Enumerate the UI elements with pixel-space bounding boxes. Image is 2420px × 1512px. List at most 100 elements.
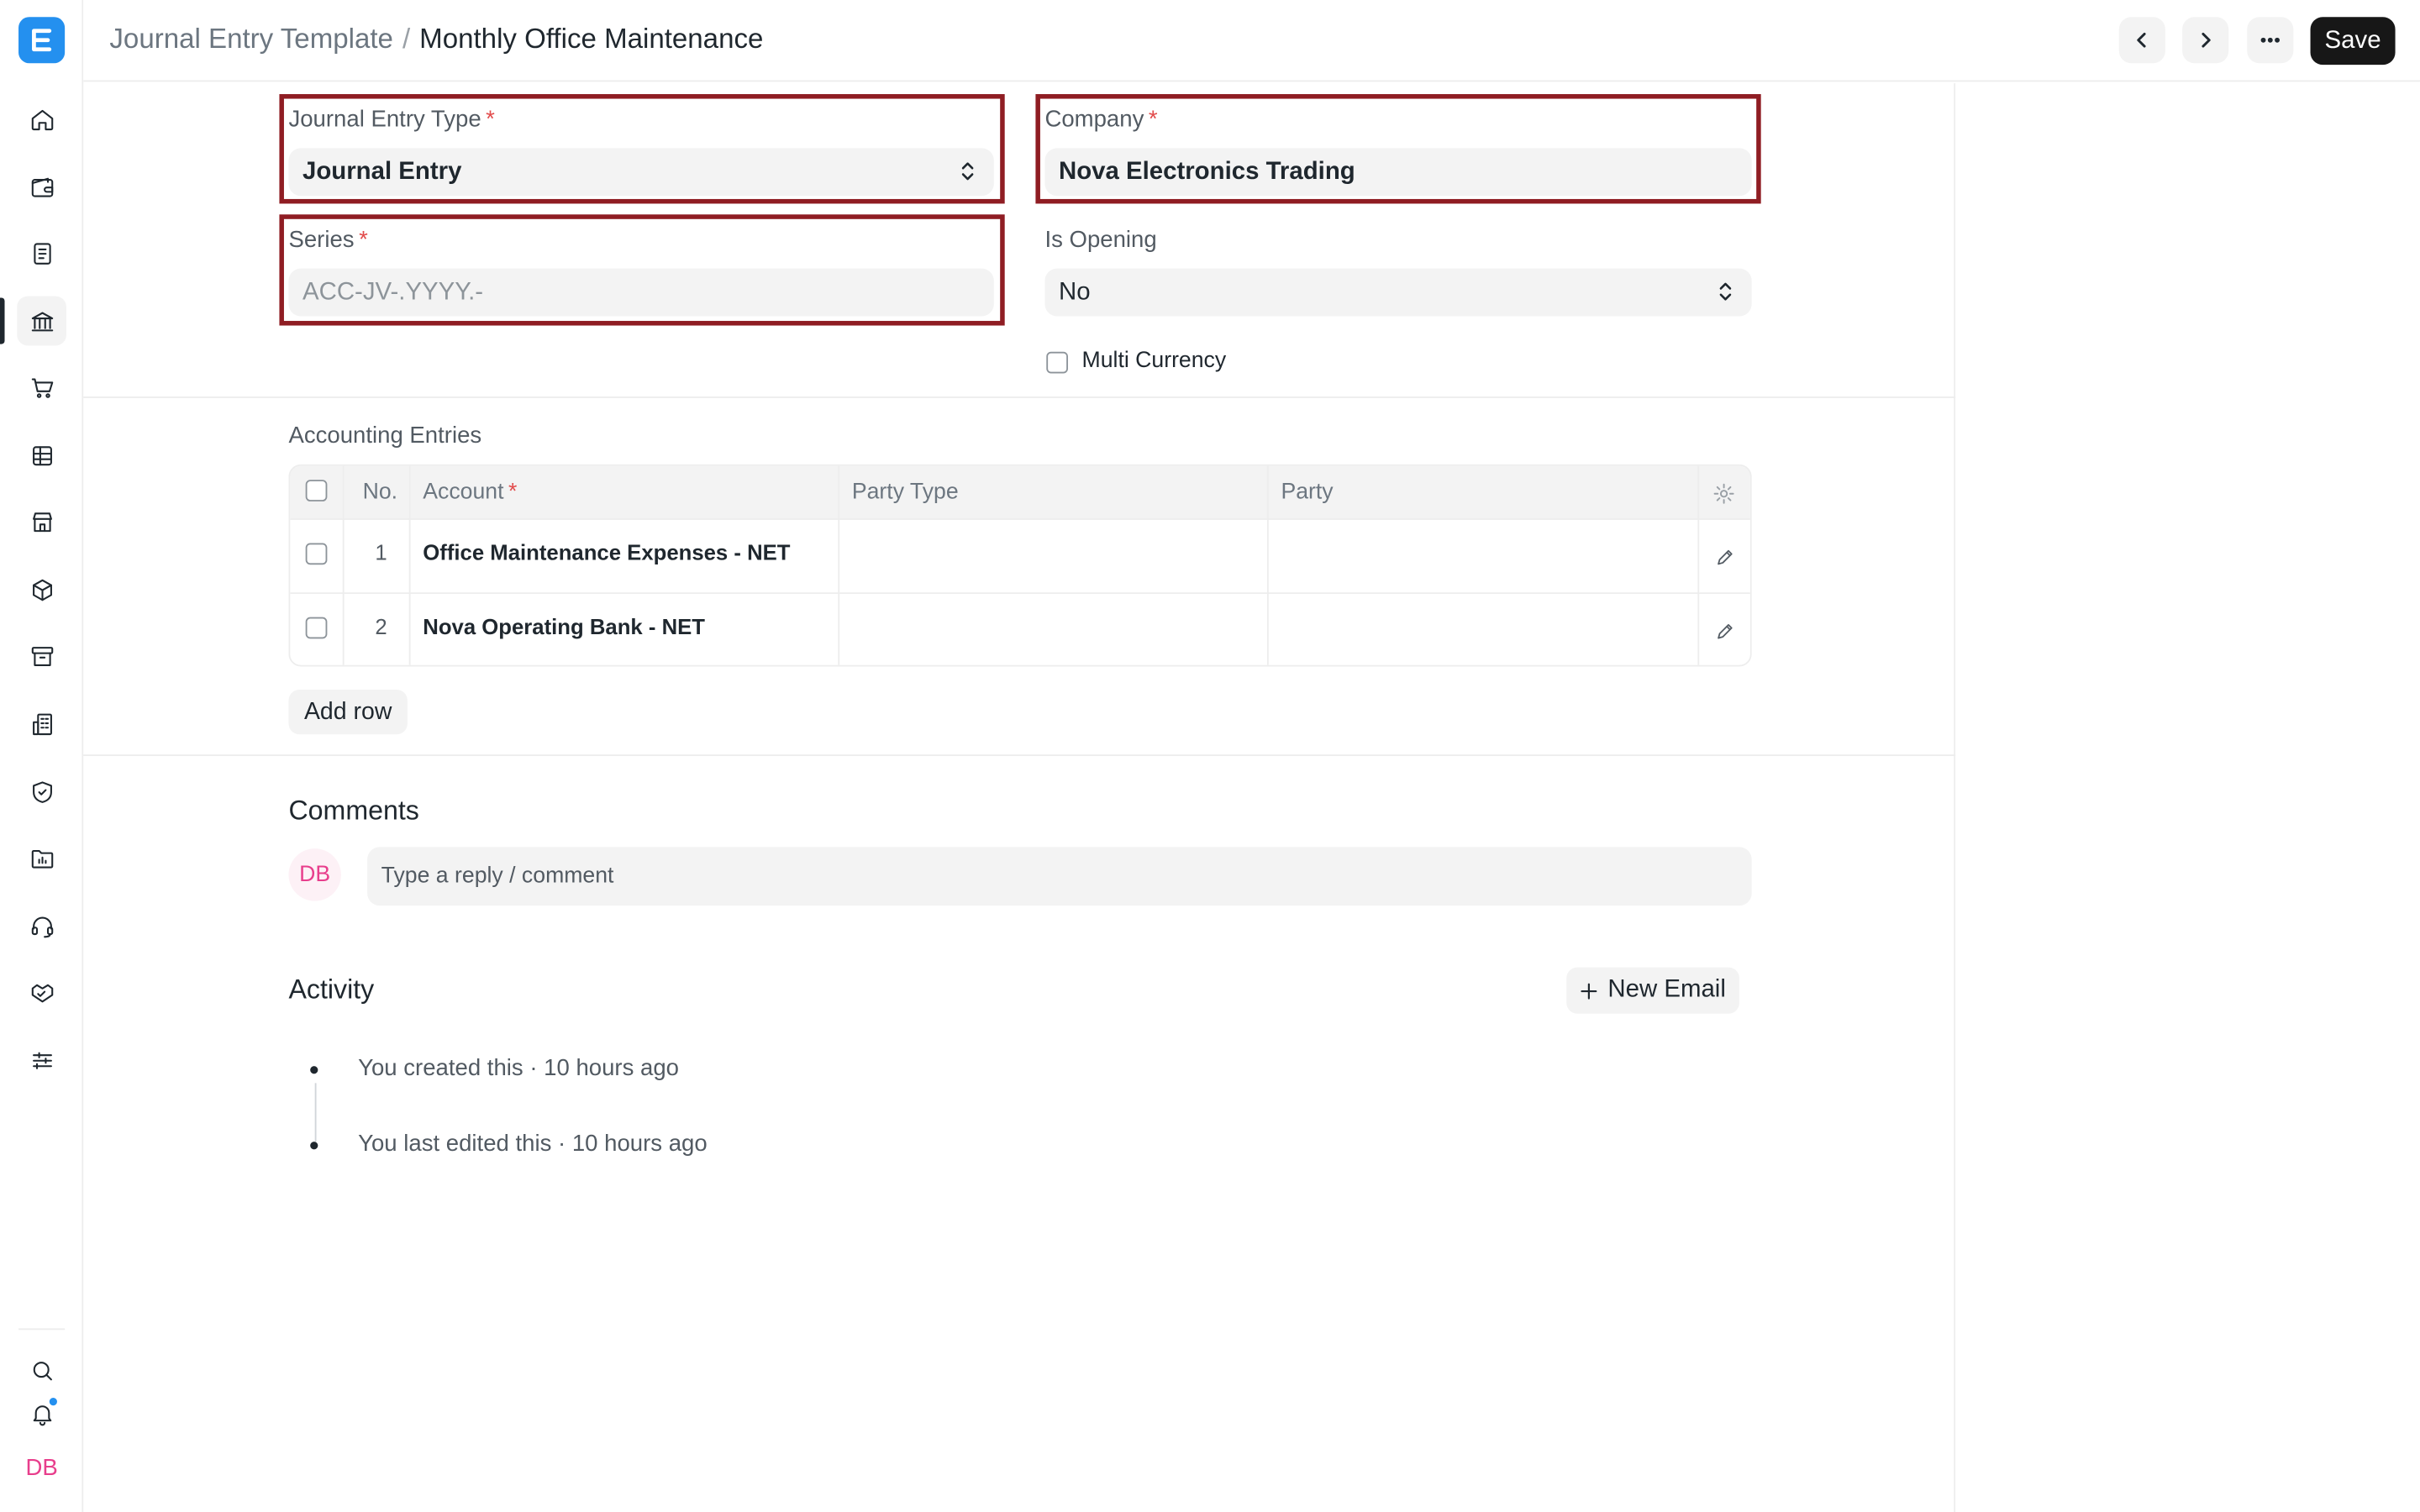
multi-currency-label: Multi Currency — [1081, 349, 1227, 374]
sidebar-item-crm[interactable] — [17, 968, 66, 1017]
page-title: Monthly Office Maintenance — [419, 23, 764, 55]
row-number: 2 — [375, 614, 387, 639]
breadcrumb-parent-link[interactable]: Journal Entry Template — [109, 24, 393, 55]
section-divider — [83, 754, 1956, 756]
row-checkbox[interactable] — [305, 617, 328, 639]
select-all-checkbox[interactable] — [305, 480, 328, 501]
sidebar-divider — [18, 1328, 66, 1331]
row-account[interactable]: Nova Operating Bank - NET — [423, 614, 705, 638]
activity-item: You last edited this · 10 hours ago — [358, 1131, 708, 1158]
highlight-box-company — [1035, 94, 1761, 204]
archive-icon — [30, 646, 53, 666]
sidebar-item-projects[interactable] — [17, 833, 66, 883]
app-logo[interactable] — [18, 17, 66, 64]
highlight-box-journal-entry-type — [279, 94, 1005, 204]
comments-title: Comments — [288, 794, 419, 826]
page-header: Journal Entry Template / Monthly Office Ma… — [83, 0, 2420, 82]
select-updown-icon — [1719, 282, 1732, 301]
table-row[interactable]: 2 Nova Operating Bank - NET — [290, 594, 1750, 665]
notification-dot — [47, 1396, 59, 1408]
chevron-left-icon — [2137, 32, 2146, 48]
highlight-box-series — [279, 214, 1005, 326]
row-number: 1 — [375, 539, 387, 565]
sidebar-item-settings[interactable] — [17, 1035, 66, 1084]
is-opening-label: Is Opening — [1044, 226, 1157, 254]
sidebar-item-buying[interactable] — [17, 363, 66, 412]
comment-input[interactable]: Type a reply / comment — [367, 847, 1752, 906]
sidebar-item-support[interactable] — [17, 901, 66, 951]
table-header: No. Account * Party Type Party — [290, 465, 1750, 520]
wallet-icon — [30, 176, 53, 197]
shopping-cart-icon — [30, 377, 53, 397]
edit-pencil-icon[interactable] — [1715, 548, 1735, 568]
sliders-icon — [32, 1051, 52, 1068]
column-header-party-type: Party Type — [851, 480, 959, 505]
add-row-button[interactable]: Add row — [288, 690, 408, 735]
column-header-account: Account * — [423, 480, 518, 505]
save-button[interactable]: Save — [2310, 17, 2396, 66]
accounting-entries-table: No. Account * Party Type Party 1 Office M… — [288, 464, 1752, 667]
timeline-connector — [314, 1083, 317, 1142]
sidebar-item-stock[interactable] — [17, 564, 66, 614]
is-opening-select[interactable]: No — [1044, 268, 1752, 317]
sidebar-active-indicator — [0, 297, 5, 344]
breadcrumb-separator: / — [402, 23, 411, 55]
comment-avatar: DB — [288, 848, 341, 901]
activity-title: Activity — [288, 973, 375, 1005]
previous-record-button[interactable] — [2118, 17, 2165, 64]
erpnext-logo-icon — [32, 29, 52, 52]
column-divider — [1697, 465, 1700, 665]
sidebar-item-accounting[interactable] — [17, 162, 66, 212]
sidebar-item-invoicing[interactable] — [17, 228, 66, 278]
sidebar-item-home[interactable] — [17, 94, 66, 144]
breadcrumb: Journal Entry Template / Monthly Office Ma… — [109, 24, 763, 56]
sidebar-item-reports[interactable] — [17, 430, 66, 480]
home-icon — [30, 108, 53, 130]
row-account[interactable]: Office Maintenance Expenses - NET — [423, 540, 790, 564]
user-avatar[interactable]: DB — [18, 1447, 65, 1490]
more-actions-button[interactable] — [2247, 17, 2294, 64]
column-divider — [408, 465, 411, 665]
column-divider — [1266, 465, 1269, 665]
accounting-entries-label: Accounting Entries — [288, 423, 482, 449]
timeline-dot — [310, 1066, 318, 1074]
timeline-dot — [310, 1142, 318, 1150]
plus-icon — [1580, 982, 1597, 999]
sidebar-search-button[interactable] — [17, 1346, 66, 1395]
headset-icon — [30, 916, 53, 937]
sidebar-item-organization[interactable] — [17, 699, 66, 748]
activity-item: You created this · 10 hours ago — [358, 1055, 680, 1082]
bank-icon — [30, 311, 53, 331]
gear-icon[interactable] — [1712, 481, 1736, 506]
table-row[interactable]: 1 Office Maintenance Expenses - NET — [290, 519, 1750, 595]
multi-currency-checkbox[interactable] — [1046, 351, 1068, 374]
sidebar-item-assets[interactable] — [17, 631, 66, 680]
column-divider — [342, 465, 345, 665]
edit-pencil-icon[interactable] — [1715, 622, 1735, 642]
column-header-no: No. — [362, 480, 398, 505]
search-icon — [32, 1361, 52, 1380]
sidebar-item-banking[interactable] — [17, 296, 66, 346]
more-horizontal-icon — [2260, 37, 2280, 43]
next-record-button[interactable] — [2182, 17, 2229, 64]
section-divider — [83, 396, 1956, 398]
row-checkbox[interactable] — [305, 543, 328, 565]
sidebar-item-quality[interactable] — [17, 767, 66, 816]
form-main: Journal Entry Type * Journal Entry Compan… — [83, 83, 1956, 1512]
table-icon — [32, 445, 52, 465]
package-icon — [32, 578, 52, 601]
store-icon — [32, 512, 52, 532]
new-email-button[interactable]: New Email — [1566, 967, 1739, 1014]
shield-icon — [32, 780, 52, 802]
handshake-icon — [30, 983, 53, 1002]
app-root: DB Journal Entry Template / Monthly Office… — [0, 0, 2420, 1512]
building-icon — [32, 712, 52, 735]
column-header-party: Party — [1281, 480, 1334, 505]
chevron-right-icon — [2202, 32, 2211, 48]
sidebar-item-selling[interactable] — [17, 496, 66, 546]
sidebar-notifications-button[interactable] — [17, 1389, 66, 1438]
file-text-icon — [33, 242, 50, 264]
folder-chart-icon — [30, 849, 53, 868]
sidebar: DB — [0, 0, 84, 1512]
column-divider — [838, 465, 840, 665]
